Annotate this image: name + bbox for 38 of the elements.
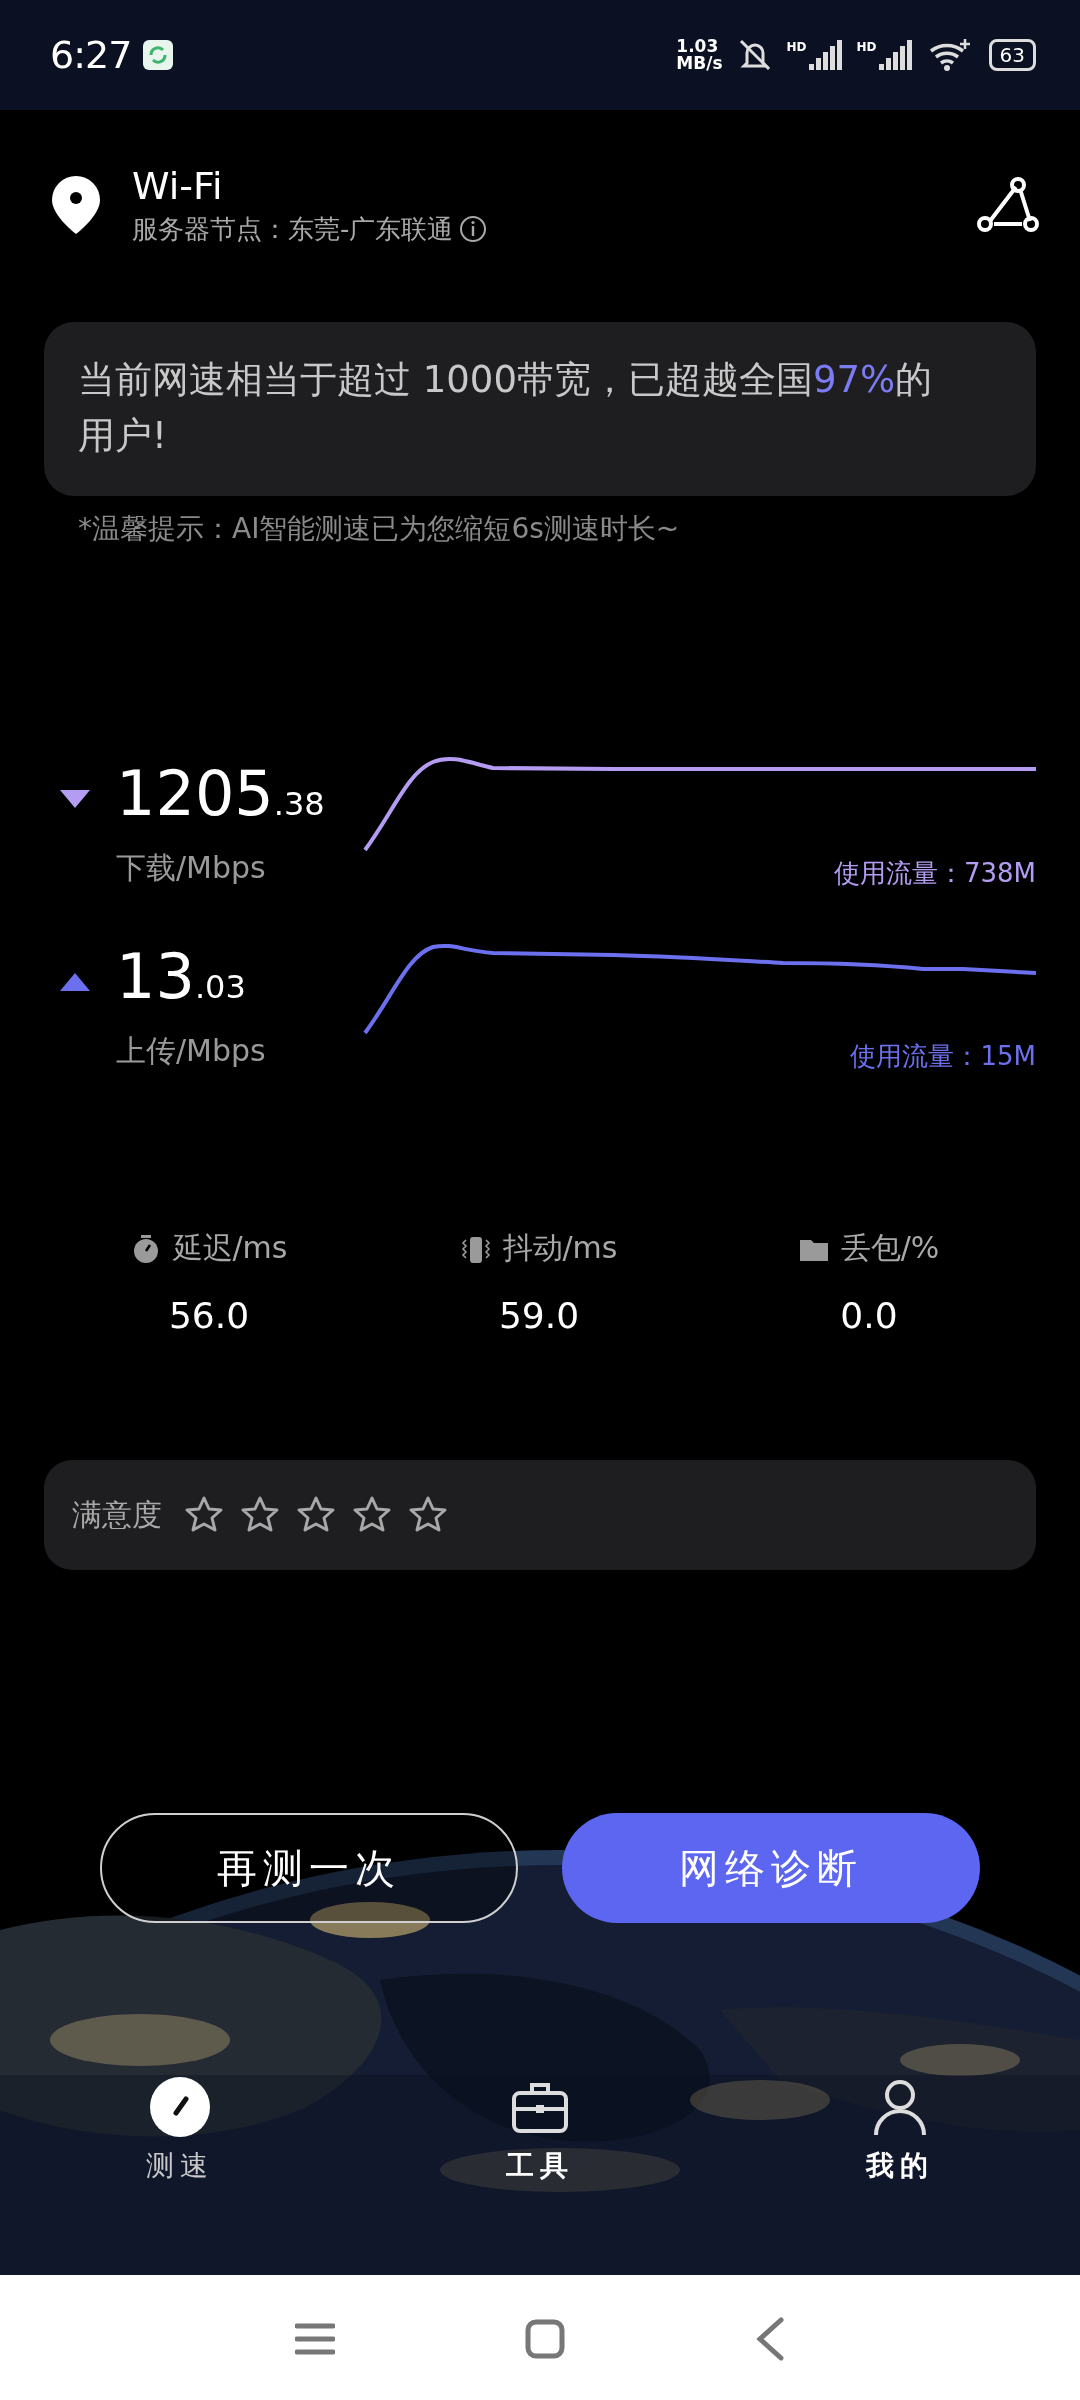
hd-label: HD	[786, 40, 807, 54]
data-usage-label: 使用流量：738M	[833, 857, 1036, 890]
network-speed: MB/s	[676, 55, 723, 72]
speed-unit-label: 下载/Mbps	[116, 849, 267, 887]
stat-label: 延迟/ms	[172, 1229, 288, 1267]
signal-icon	[808, 40, 845, 70]
speed-value: 13.03	[116, 939, 247, 1015]
node-graph-icon[interactable]	[976, 177, 1040, 233]
stat-value: 59.0	[498, 1295, 580, 1336]
hint-text: *温馨提示：AI智能测速已为您缩短6s测速时长~	[78, 511, 681, 547]
app-icon	[143, 40, 174, 70]
satisfaction-label: 满意度	[72, 1495, 162, 1534]
speed-unit-label: 上传/Mbps	[116, 1032, 266, 1070]
data-usage-label: 使用流量：15M	[850, 1040, 1036, 1073]
nav-tab[interactable]: 我的	[800, 2075, 1000, 2185]
home-square-icon[interactable]	[525, 2319, 565, 2359]
nav-tab[interactable]: 工具	[440, 2075, 640, 2185]
stat-value: 56.0	[168, 1295, 250, 1336]
gauge-icon	[148, 2075, 212, 2139]
nav-tab[interactable]: 测速	[80, 2075, 280, 2185]
clock-time: 6:27	[50, 33, 132, 77]
speed-value: 1205.38	[116, 756, 325, 832]
info-icon[interactable]	[459, 215, 488, 243]
network-speed: 1.03	[676, 38, 720, 55]
speed-summary-card: 当前网速相当于超过 1000带宽，已超越全国97%的用户!	[44, 322, 1036, 496]
battery-level: 63	[988, 39, 1036, 71]
menu-icon[interactable]	[295, 2322, 335, 2356]
signal-icon	[878, 40, 915, 70]
network-title: Wi-Fi	[132, 163, 224, 208]
stat-label: 抖动/ms	[502, 1229, 618, 1267]
back-icon[interactable]	[755, 2317, 785, 2361]
hd-label: HD	[856, 40, 877, 54]
diagnose-button[interactable]: 网络诊断	[562, 1813, 980, 1923]
retest-button[interactable]: 再测一次	[100, 1813, 518, 1923]
stat-value: 0.0	[840, 1295, 898, 1336]
server-node-label: 服务器节点：东莞-广东联通	[132, 212, 454, 246]
stat-label: 丢包/%	[840, 1229, 940, 1267]
location-pin-icon	[50, 174, 102, 236]
